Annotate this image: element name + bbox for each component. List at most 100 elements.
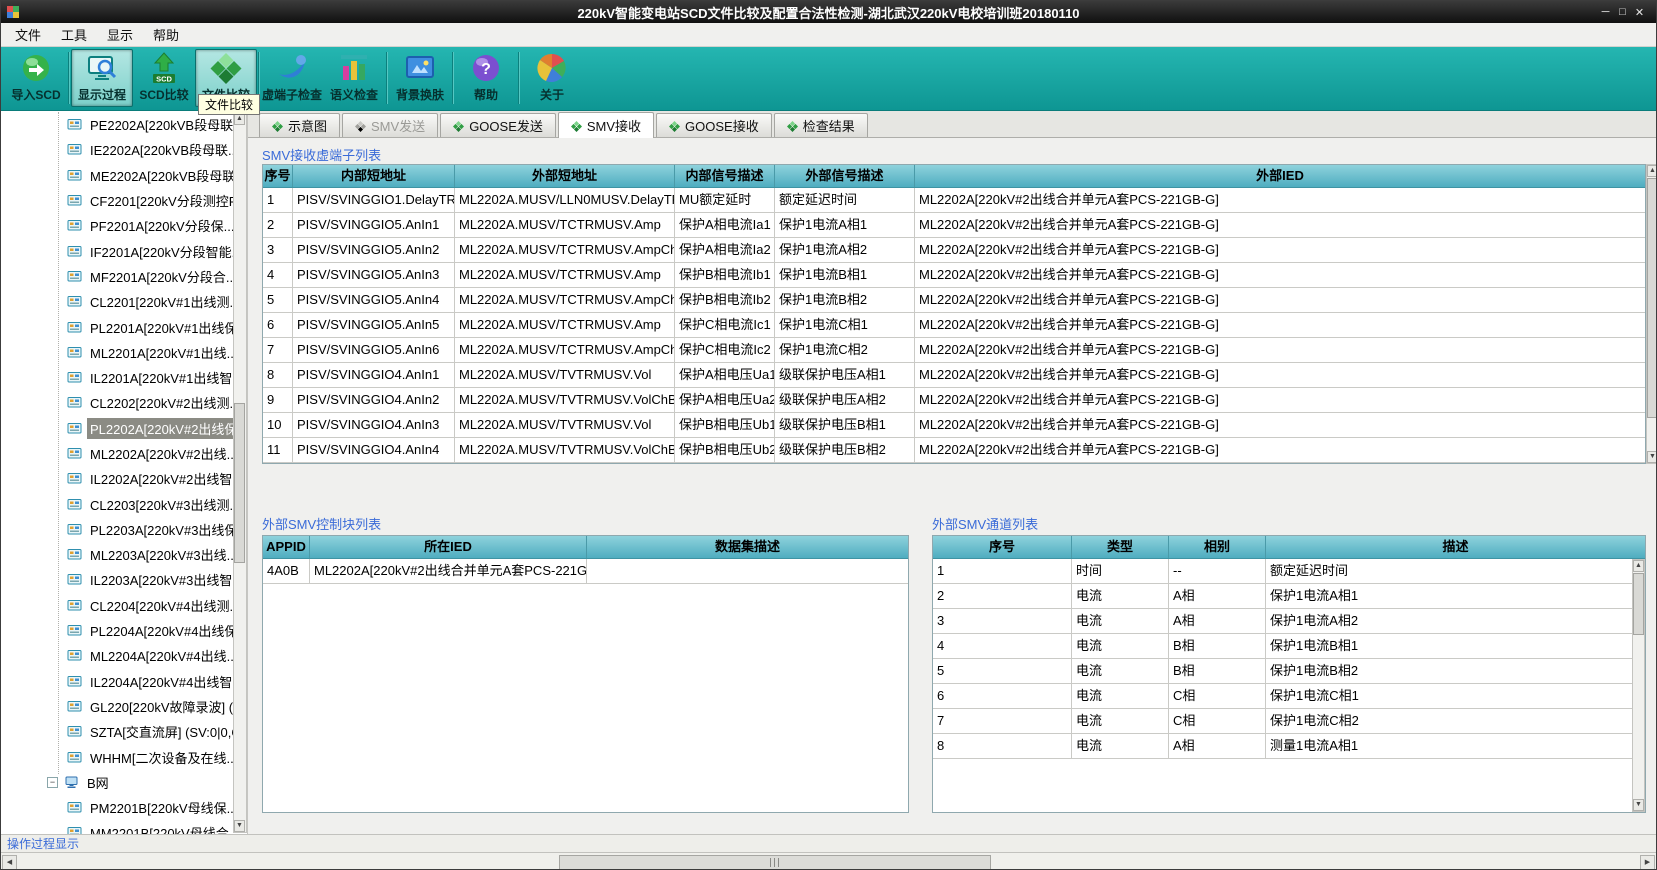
- smv-table-column-header-3[interactable]: 内部信号描述: [675, 165, 775, 187]
- channel-table-row-6[interactable]: 7电流C相保护1电流C相2: [933, 709, 1645, 734]
- tree-item-1[interactable]: IE2202A[220kVB段母联...: [1, 137, 233, 162]
- channel-table-column-header-3[interactable]: 描述: [1266, 536, 1645, 558]
- channel-table-row-3[interactable]: 4电流B相保护1电流B相1: [933, 634, 1645, 659]
- tab-1[interactable]: SMV发送: [342, 113, 438, 137]
- tree-item-25[interactable]: WHHM[二次设备及在线...: [1, 744, 233, 769]
- channel-table-row-7[interactable]: 8电流A相测量1电流A相1: [933, 734, 1645, 759]
- smv-table-row-2[interactable]: 3PISV/SVINGGIO5.AnIn2ML2202A.MUSV/TCTRMU…: [263, 238, 1645, 263]
- tree-item-0[interactable]: PE2202A[220kVB段母联...: [1, 112, 233, 137]
- tree-scrollbar[interactable]: ▲▼: [233, 112, 247, 833]
- tab-4[interactable]: GOOSE接收: [656, 113, 772, 137]
- control-block-table-row-0[interactable]: 4A0BML2202A[220kV#2出线合并单元A套PCS-221GB-G]: [263, 559, 908, 584]
- tree-item-5[interactable]: IF2201A[220kV分段智能...: [1, 238, 233, 263]
- smv-table-column-header-1[interactable]: 内部短地址: [293, 165, 455, 187]
- close-button[interactable]: ✕: [1631, 6, 1648, 19]
- toolbar-button-0[interactable]: 导入SCD: [5, 49, 67, 107]
- tree-item-7[interactable]: CL2201[220kV#1出线测...: [1, 289, 233, 314]
- menu-item-1[interactable]: 工具: [51, 22, 97, 47]
- smv-table-column-header-2[interactable]: 外部短地址: [455, 165, 675, 187]
- toolbar-button-8[interactable]: 关于: [521, 49, 583, 107]
- tree-item-13[interactable]: ML2202A[220kV#2出线...: [1, 441, 233, 466]
- channel-table-row-2[interactable]: 3电流A相保护1电流A相2: [933, 609, 1645, 634]
- scroll-up-button[interactable]: ▲: [1633, 560, 1644, 572]
- menu-item-0[interactable]: 文件: [5, 22, 51, 47]
- toolbar-button-1[interactable]: 显示过程: [71, 49, 133, 107]
- tree-item-22[interactable]: IL2204A[220kV#4出线智...: [1, 669, 233, 694]
- maximize-button[interactable]: □: [1614, 6, 1631, 18]
- tree-item-23[interactable]: GL220[220kV故障录波] (...: [1, 694, 233, 719]
- scroll-down-button[interactable]: ▼: [1633, 799, 1644, 811]
- smv-table-row-4[interactable]: 5PISV/SVINGGIO5.AnIn4ML2202A.MUSV/TCTRMU…: [263, 288, 1645, 313]
- channel-table-row-1[interactable]: 2电流A相保护1电流A相1: [933, 584, 1645, 609]
- tree-item-15[interactable]: CL2203[220kV#3出线测...: [1, 491, 233, 516]
- tree-item-20[interactable]: PL2204A[220kV#4出线保...: [1, 618, 233, 643]
- scroll-thumb[interactable]: [1633, 573, 1644, 635]
- channel-table-scrollbar[interactable]: ▲▼: [1632, 559, 1645, 812]
- control-block-table-column-header-2[interactable]: 数据集描述: [587, 536, 908, 558]
- tree-item-26[interactable]: −B网: [1, 770, 233, 795]
- scroll-down-button[interactable]: ▼: [234, 820, 245, 832]
- toolbar-button-4[interactable]: 虚端子检查: [261, 49, 323, 107]
- tab-2[interactable]: GOOSE发送: [440, 113, 556, 137]
- tree-item-10[interactable]: IL2201A[220kV#1出线智...: [1, 365, 233, 390]
- scroll-up-button[interactable]: ▲: [1647, 165, 1657, 177]
- scroll-thumb[interactable]: [1647, 178, 1657, 418]
- tree-item-11[interactable]: CL2202[220kV#2出线测...: [1, 390, 233, 415]
- tree-item-27[interactable]: PM2201B[220kV母线保...: [1, 795, 233, 820]
- channel-table-column-header-2[interactable]: 相别: [1169, 536, 1266, 558]
- collapse-expander-icon[interactable]: −: [47, 777, 58, 788]
- tree-item-19[interactable]: CL2204[220kV#4出线测...: [1, 593, 233, 618]
- smv-table-row-7[interactable]: 8PISV/SVINGGIO4.AnIn1ML2202A.MUSV/TVTRMU…: [263, 363, 1645, 388]
- tree-item-2[interactable]: ME2202A[220kVB段母联...: [1, 163, 233, 188]
- control-block-table-column-header-0[interactable]: APPID: [263, 536, 310, 558]
- smv-table-row-8[interactable]: 9PISV/SVINGGIO4.AnIn2ML2202A.MUSV/TVTRMU…: [263, 388, 1645, 413]
- scroll-left-button[interactable]: ◀: [2, 855, 17, 870]
- tree-item-6[interactable]: MF2201A[220kV分段合...: [1, 264, 233, 289]
- minimize-button[interactable]: ─: [1597, 6, 1614, 18]
- tree-item-17[interactable]: ML2203A[220kV#3出线...: [1, 542, 233, 567]
- horizontal-scrollbar[interactable]: ◀ ▶: [1, 852, 1656, 870]
- tab-0[interactable]: 示意图: [259, 113, 340, 137]
- tree-item-4[interactable]: PF2201A[220kV分段保...: [1, 213, 233, 238]
- control-block-table-column-header-1[interactable]: 所在IED: [310, 536, 587, 558]
- titlebar[interactable]: 220kV智能变电站SCD文件比较及配置合法性检测-湖北武汉220kV电校培训班…: [1, 1, 1656, 23]
- channel-table-row-5[interactable]: 6电流C相保护1电流C相1: [933, 684, 1645, 709]
- toolbar-button-5[interactable]: 语义检查: [323, 49, 385, 107]
- tree-item-3[interactable]: CF2201[220kV分段测控P...: [1, 188, 233, 213]
- smv-table-column-header-5[interactable]: 外部IED: [915, 165, 1645, 187]
- smv-table-column-header-0[interactable]: 序号: [263, 165, 293, 187]
- menu-item-3[interactable]: 帮助: [143, 22, 189, 47]
- channel-table-column-header-0[interactable]: 序号: [933, 536, 1072, 558]
- channel-table-row-4[interactable]: 5电流B相保护1电流B相2: [933, 659, 1645, 684]
- toolbar-button-7[interactable]: ?帮助: [455, 49, 517, 107]
- tree-item-14[interactable]: IL2202A[220kV#2出线智...: [1, 466, 233, 491]
- scroll-down-button[interactable]: ▼: [1647, 451, 1657, 463]
- menu-item-2[interactable]: 显示: [97, 22, 143, 47]
- tree-item-28[interactable]: MM2201B[220kV母线合...: [1, 820, 233, 834]
- tree-item-18[interactable]: IL2203A[220kV#3出线智...: [1, 567, 233, 592]
- tree-item-8[interactable]: PL2201A[220kV#1出线保...: [1, 314, 233, 339]
- smv-table-row-5[interactable]: 6PISV/SVINGGIO5.AnIn5ML2202A.MUSV/TCTRMU…: [263, 313, 1645, 338]
- smv-table-scrollbar[interactable]: ▲▼: [1646, 164, 1657, 464]
- channel-table-row-0[interactable]: 1时间--额定延迟时间: [933, 559, 1645, 584]
- horizontal-scroll-thumb[interactable]: [559, 855, 991, 870]
- tree-item-16[interactable]: PL2203A[220kV#3出线保...: [1, 517, 233, 542]
- tree-item-9[interactable]: ML2201A[220kV#1出线...: [1, 340, 233, 365]
- smv-table-row-6[interactable]: 7PISV/SVINGGIO5.AnIn6ML2202A.MUSV/TCTRMU…: [263, 338, 1645, 363]
- smv-table-column-header-4[interactable]: 外部信号描述: [775, 165, 915, 187]
- tree-item-24[interactable]: SZTA[交直流屏] (SV:0|0,G...: [1, 719, 233, 744]
- tab-5[interactable]: 检查结果: [774, 113, 868, 137]
- smv-table-row-0[interactable]: 1PISV/SVINGGIO1.DelayTRtgML2202A.MUSV/LL…: [263, 188, 1645, 213]
- tree-item-12[interactable]: PL2202A[220kV#2出线保...: [1, 416, 233, 441]
- scroll-right-button[interactable]: ▶: [1640, 855, 1655, 870]
- smv-table-row-1[interactable]: 2PISV/SVINGGIO5.AnIn1ML2202A.MUSV/TCTRMU…: [263, 213, 1645, 238]
- tab-3[interactable]: SMV接收: [558, 112, 654, 138]
- channel-table-column-header-1[interactable]: 类型: [1072, 536, 1169, 558]
- smv-table-row-3[interactable]: 4PISV/SVINGGIO5.AnIn3ML2202A.MUSV/TCTRMU…: [263, 263, 1645, 288]
- tree-item-21[interactable]: ML2204A[220kV#4出线...: [1, 643, 233, 668]
- toolbar-button-2[interactable]: SCDSCD比较: [133, 49, 195, 107]
- scroll-thumb[interactable]: [234, 403, 245, 563]
- smv-table-row-10[interactable]: 11PISV/SVINGGIO4.AnIn4ML2202A.MUSV/TVTRM…: [263, 438, 1645, 463]
- toolbar-button-6[interactable]: 背景换肤: [389, 49, 451, 107]
- smv-table-row-9[interactable]: 10PISV/SVINGGIO4.AnIn3ML2202A.MUSV/TVTRM…: [263, 413, 1645, 438]
